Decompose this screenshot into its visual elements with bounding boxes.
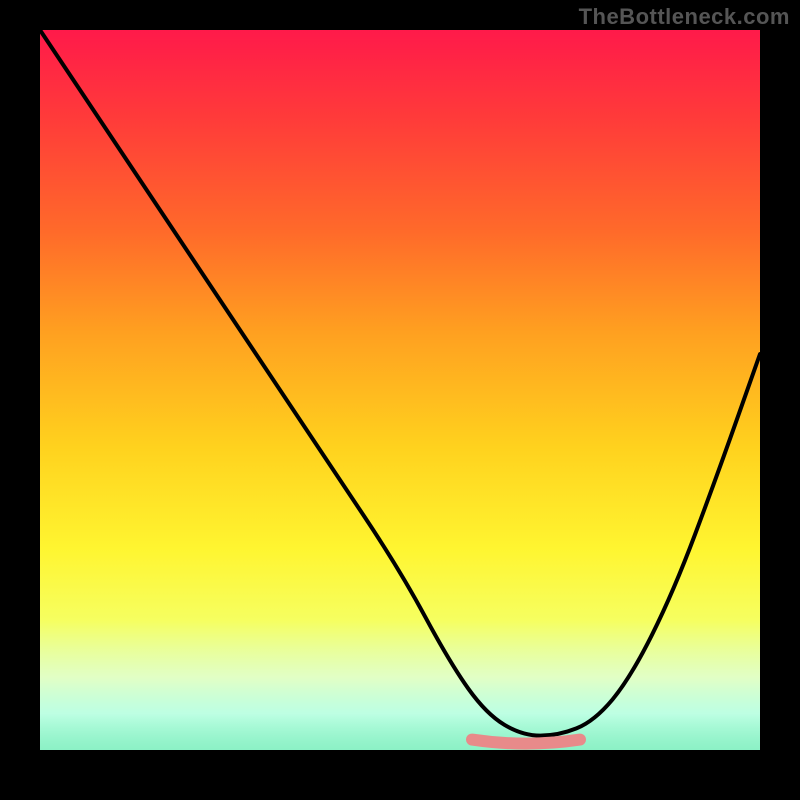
watermark-text: TheBottleneck.com	[579, 4, 790, 30]
plot-area	[40, 30, 760, 750]
valley-marker	[472, 740, 580, 744]
curve-layer	[40, 30, 760, 750]
bottleneck-curve	[40, 30, 760, 736]
chart-frame: TheBottleneck.com	[0, 0, 800, 800]
